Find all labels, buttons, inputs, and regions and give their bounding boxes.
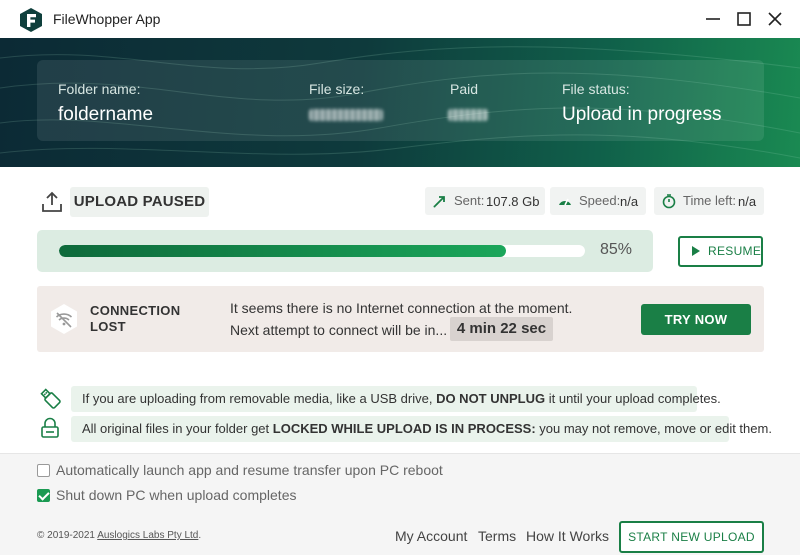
company-link[interactable]: Auslogics Labs Pty Ltd	[97, 530, 198, 541]
time-left-label: Time left:	[683, 193, 736, 208]
sent-stat: Sent: 107.8 Gb	[425, 187, 545, 215]
sent-label: Sent:	[454, 193, 485, 208]
reconnect-countdown: 4 min 22 sec	[450, 317, 553, 341]
try-now-button[interactable]: TRY NOW	[641, 304, 751, 335]
speed-label: Speed:	[579, 193, 621, 208]
my-account-link[interactable]: My Account	[395, 528, 467, 544]
lock-notice: All original files in your folder get LO…	[71, 416, 772, 442]
file-size-value-blurred	[309, 109, 383, 121]
file-status-value: Upload in progress	[562, 104, 722, 125]
how-it-works-link[interactable]: How It Works	[526, 528, 609, 544]
play-icon	[692, 246, 700, 256]
upload-status-badge: UPLOAD PAUSED	[70, 187, 209, 217]
auto-launch-checkbox[interactable]	[37, 464, 50, 477]
paid-value-blurred	[448, 109, 488, 121]
speedometer-icon	[559, 198, 571, 206]
time-left-value: n/a	[738, 194, 757, 209]
progress-percent: 85%	[600, 241, 633, 258]
minimize-icon[interactable]	[702, 8, 724, 30]
connection-message: It seems there is no Internet connection…	[230, 300, 573, 316]
app-logo-icon	[20, 8, 42, 32]
paid-label: Paid	[450, 81, 479, 97]
copyright-text: © 2019-2021 Auslogics Labs Pty Ltd.	[37, 530, 202, 541]
maximize-icon[interactable]	[733, 8, 755, 30]
title-bar: FileWhopper App	[0, 0, 800, 38]
lock-icon	[41, 417, 59, 438]
speed-stat: Speed: n/a	[550, 187, 646, 215]
folder-name-value: foldername	[58, 104, 154, 125]
auto-launch-label[interactable]: Automatically launch app and resume tran…	[56, 462, 443, 478]
app-title: FileWhopper App	[53, 11, 161, 27]
progress-panel: 85%	[37, 230, 653, 272]
connection-lost-panel: CONNECTION LOST It seems there is no Int…	[37, 286, 764, 352]
folder-name-label: Folder name:	[58, 81, 141, 97]
upload-icon	[42, 191, 62, 212]
file-size-label: File size:	[309, 81, 365, 97]
shutdown-checkbox[interactable]	[37, 489, 50, 502]
stopwatch-icon	[662, 194, 676, 209]
upload-info-card: Folder name: foldername File size: Paid …	[37, 60, 764, 141]
close-icon[interactable]	[764, 8, 786, 30]
connection-lost-title: CONNECTION LOST	[90, 303, 181, 334]
sent-arrow-icon	[433, 196, 445, 208]
shutdown-label[interactable]: Shut down PC when upload completes	[56, 487, 296, 503]
usb-notice: If you are uploading from removable medi…	[71, 386, 721, 412]
progress-bar-fill	[59, 245, 507, 257]
usb-drive-icon	[40, 388, 61, 409]
resume-button[interactable]: RESUME	[678, 236, 763, 267]
time-left-stat: Time left: n/a	[654, 187, 764, 215]
wifi-off-icon	[51, 304, 77, 334]
file-status-label: File status:	[562, 81, 630, 97]
resume-button-label: RESUME	[708, 244, 762, 258]
sent-value: 107.8 Gb	[486, 194, 540, 209]
progress-track	[59, 245, 585, 257]
speed-value: n/a	[620, 194, 639, 209]
header-banner: Folder name: foldername File size: Paid …	[0, 38, 800, 167]
terms-link[interactable]: Terms	[478, 528, 516, 544]
start-new-upload-button[interactable]: START NEW UPLOAD	[619, 521, 764, 553]
reconnect-message: Next attempt to connect will be in...	[230, 322, 448, 338]
